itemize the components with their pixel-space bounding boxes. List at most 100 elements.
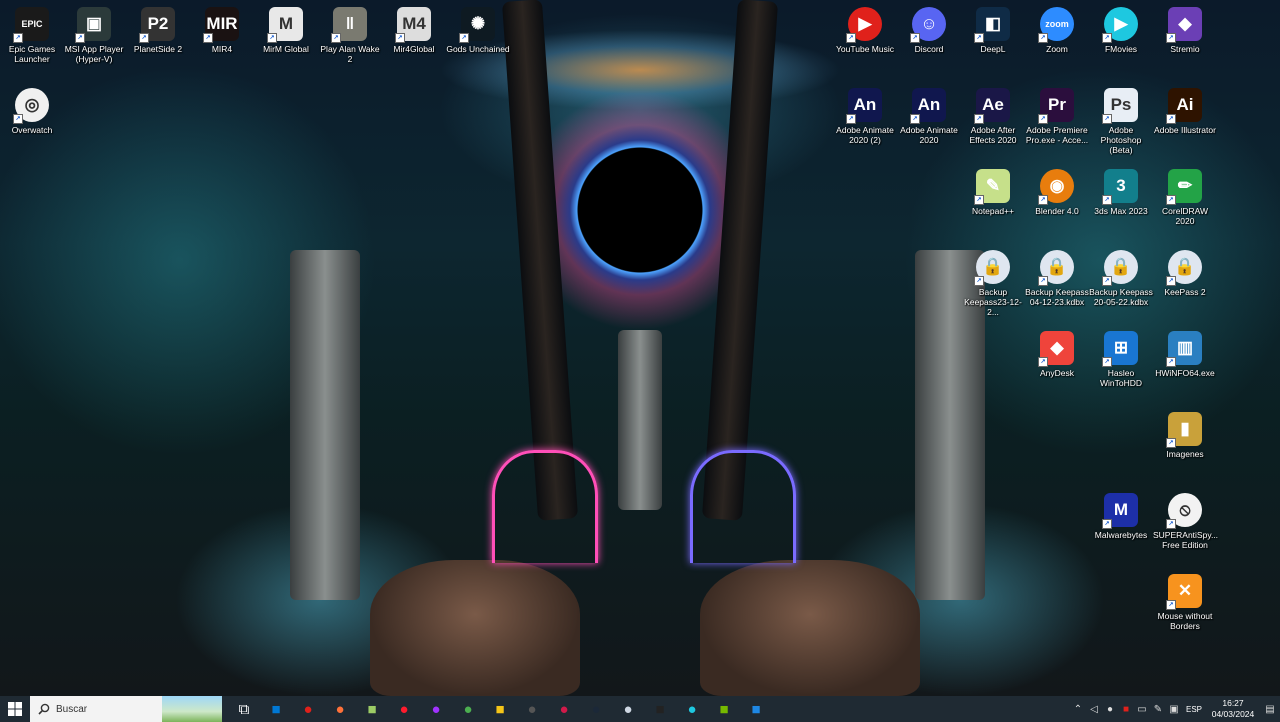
desktop-icon-label: MIR4: [211, 44, 233, 54]
desktop-icon-blender[interactable]: ◉ ↗ Blender 4.0: [1025, 166, 1089, 216]
shortcut-arrow-icon: ↗: [846, 114, 856, 124]
desktop-icon-epic[interactable]: EPIC ↗ Epic Games Launcher: [0, 4, 64, 64]
desktop-icon-zoom[interactable]: zoom ↗ Zoom: [1025, 4, 1089, 54]
desktop-icon-backup1[interactable]: 🔒 ↗ Backup Keepass23-12-2...: [961, 247, 1025, 317]
desktop-icon-anydesk[interactable]: ◆ ↗ AnyDesk: [1025, 328, 1089, 378]
desktop-icon-hasleo[interactable]: ⊞ ↗ Hasleo WinToHDD: [1089, 328, 1153, 388]
taskbar-app-steam[interactable]: ●: [580, 696, 612, 722]
language-indicator[interactable]: ESP: [1182, 705, 1206, 714]
imagenes-glyph: ▮: [1180, 419, 1190, 438]
backup2-glyph: 🔒: [1046, 257, 1068, 276]
taskbar-app-nvidia[interactable]: ■: [708, 696, 740, 722]
taskbar-app-opera[interactable]: ●: [388, 696, 420, 722]
desktop-icon-label: CorelDRAW 2020: [1162, 206, 1208, 226]
animate2-icon: An ↗: [846, 88, 882, 124]
recording-icon[interactable]: ■: [1118, 696, 1134, 722]
search-input[interactable]: Buscar: [30, 696, 222, 722]
desktop-icon-mirm[interactable]: M ↗ MirM Global: [254, 4, 318, 54]
fmovies-tb-icon: ●: [687, 700, 697, 718]
monitor-icon[interactable]: ▭: [1134, 696, 1150, 722]
youtube-icon: ●: [303, 700, 313, 718]
desktop-icon-animate2[interactable]: An ↗ Adobe Animate 2020 (2): [833, 85, 897, 145]
taskbar-app-notepadpp[interactable]: ■: [356, 696, 388, 722]
desktop-icon-imagenes[interactable]: ▮ ↗ Imagenes: [1153, 409, 1217, 459]
desktop-icon-premiere[interactable]: Pr ↗ Adobe Premiere Pro.exe - Acce...: [1025, 85, 1089, 145]
show-hidden-icons-chevron-up-icon[interactable]: ⌃: [1070, 696, 1086, 722]
desktop-icon-label: MSI App Player (Hyper-V): [64, 44, 124, 64]
desktop-icon-fmovies[interactable]: ▶ ↗ FMovies: [1089, 4, 1153, 54]
taskbar-app-windows-store[interactable]: ■: [260, 696, 292, 722]
desktop-icon-discord[interactable]: ☺ ↗ Discord: [897, 4, 961, 54]
desktop-icon-ytmusic[interactable]: ▶ ↗ YouTube Music: [833, 4, 897, 54]
desktop-icon-mir4[interactable]: MIR ↗ MIR4: [190, 4, 254, 54]
desktop-icon-photoshop[interactable]: Ps ↗ Adobe Photoshop (Beta): [1089, 85, 1153, 155]
desktop-icon-msi[interactable]: ▣ ↗ MSI App Player (Hyper-V): [62, 4, 126, 64]
start-button[interactable]: [0, 696, 30, 722]
taskbar-app-keepass-tb[interactable]: ●: [612, 696, 644, 722]
search-highlight-image: [162, 696, 222, 722]
desktop-icon-notepad[interactable]: ✎ ↗ Notepad++: [961, 166, 1025, 216]
clock[interactable]: 16:27 04/03/2024: [1206, 698, 1260, 720]
mousewb-glyph: ✕: [1177, 581, 1193, 600]
microphone-icon[interactable]: ●: [1102, 696, 1118, 722]
desktop-icon-animate[interactable]: An ↗ Adobe Animate 2020: [897, 85, 961, 145]
desktop-icon-aftereffects[interactable]: Ae ↗ Adobe After Effects 2020: [961, 85, 1025, 145]
3dsmax-icon: 3 ↗: [1102, 169, 1138, 205]
taskbar-app-opera-gx[interactable]: ●: [548, 696, 580, 722]
taskbar-app-youtube[interactable]: ●: [292, 696, 324, 722]
desktop-icon-mousewb[interactable]: ✕ ↗ Mouse without Borders: [1153, 571, 1217, 631]
desktop-icon-malwarebytes[interactable]: M ↗ Malwarebytes: [1089, 490, 1153, 540]
desktop-icon-illustrator[interactable]: Ai ↗ Adobe Illustrator: [1153, 85, 1217, 135]
desktop-icon-planetside[interactable]: P2 ↗ PlanetSide 2: [126, 4, 190, 54]
desktop-icon-deepl[interactable]: ◧ ↗ DeepL: [961, 4, 1025, 54]
network-icon[interactable]: ▣: [1166, 696, 1182, 722]
desktop-icon-mir4global[interactable]: M4 ↗ Mir4Global: [382, 4, 446, 54]
taskbar-app-chrome[interactable]: ●: [452, 696, 484, 722]
taskbar-app-taskview[interactable]: ⧉: [228, 696, 260, 722]
desktop-icon-label: FMovies: [1104, 44, 1138, 54]
blender-glyph: ◉: [1049, 176, 1065, 195]
desktop-icon-hwinfo[interactable]: ▥ ↗ HWiNFO64.exe: [1153, 328, 1217, 378]
taskbar-app-firefox[interactable]: ●: [324, 696, 356, 722]
desktop-icon-keepass[interactable]: 🔒 ↗ KeePass 2: [1153, 247, 1217, 297]
taskbar-app-fmovies-tb[interactable]: ●: [676, 696, 708, 722]
volume-icon[interactable]: ◁: [1086, 696, 1102, 722]
wallpaper-fountain-left: [290, 250, 360, 600]
desktop-icon-gods[interactable]: ✺ ↗ Gods Unchained: [446, 4, 510, 54]
notifications-icon[interactable]: ▤: [1260, 696, 1280, 722]
system-tray: ⌃ ◁ ● ■ ▭ ✎ ▣ ESP 16:27 04/03/2024 ▤: [1070, 696, 1280, 722]
desktop-icon-alanwake[interactable]: ‖ ↗ Play Alan Wake 2: [318, 4, 382, 64]
taskbar-app-explorer[interactable]: ■: [484, 696, 516, 722]
desktop-icon-label: PlanetSide 2: [133, 44, 183, 54]
shortcut-arrow-icon: ↗: [1038, 33, 1048, 43]
backup1-glyph: 🔒: [982, 257, 1004, 276]
shortcut-arrow-icon: ↗: [1038, 276, 1048, 286]
taskbar-app-messenger[interactable]: ●: [420, 696, 452, 722]
deepl-glyph: ◧: [984, 14, 1002, 33]
desktop-icon-label: Hasleo WinToHDD: [1099, 368, 1143, 388]
desktop[interactable]: EPIC ↗ Epic Games Launcher ▣ ↗ MSI App Player…: [0, 0, 1280, 696]
pen-icon[interactable]: ✎: [1150, 696, 1166, 722]
taskbar-app-app-l[interactable]: ■: [740, 696, 772, 722]
desktop-icon-stremio[interactable]: ◆ ↗ Stremio: [1153, 4, 1217, 54]
desktop-icon-coreldraw[interactable]: ✏ ↗ CorelDRAW 2020: [1153, 166, 1217, 226]
shortcut-arrow-icon: ↗: [1166, 519, 1176, 529]
mir4global-icon: M4 ↗: [395, 7, 431, 43]
hwinfo-glyph: ▥: [1176, 338, 1194, 357]
wallpaper-fountain-center: [618, 330, 662, 510]
epic-glyph: EPIC: [21, 19, 43, 29]
desktop-icon-label: 3ds Max 2023: [1094, 206, 1148, 216]
alanwake-icon: ‖ ↗: [331, 7, 367, 43]
desktop-icon-overwatch[interactable]: ◎ ↗ Overwatch: [0, 85, 64, 135]
superantispy-glyph: ⦸: [1179, 500, 1191, 519]
overwatch-glyph: ◎: [24, 95, 40, 114]
desktop-icon-superantispy[interactable]: ⦸ ↗ SUPERAntiSpy... Free Edition: [1153, 490, 1218, 550]
desktop-icon-backup2[interactable]: 🔒 ↗ Backup Keepass 04-12-23.kdbx: [1025, 247, 1089, 307]
desktop-icon-label: Zoom: [1046, 44, 1068, 54]
desktop-icon-backup3[interactable]: 🔒 ↗ Backup Keepass 20-05-22.kdbx: [1089, 247, 1153, 307]
taskbar-app-mir4-tb[interactable]: ■: [644, 696, 676, 722]
desktop-icon-3dsmax[interactable]: 3 ↗ 3ds Max 2023: [1089, 166, 1153, 216]
taskbar-app-obs[interactable]: ●: [516, 696, 548, 722]
shortcut-arrow-icon: ↗: [974, 195, 984, 205]
taskview-icon: ⧉: [238, 700, 250, 718]
